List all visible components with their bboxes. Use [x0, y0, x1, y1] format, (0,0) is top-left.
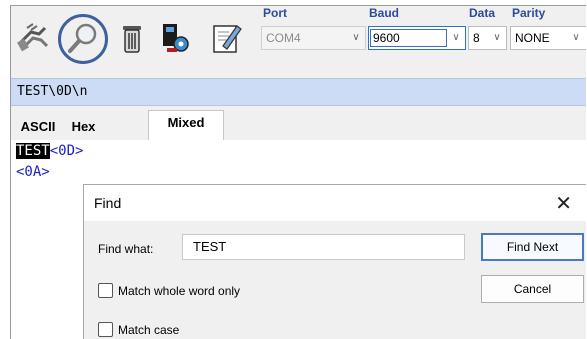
view-tabs: ASCII Hex Mixed [11, 110, 586, 140]
output-line: TEST<0D> [16, 143, 83, 159]
chevron-down-icon: ∨ [352, 32, 360, 43]
control-code: <0D> [49, 143, 84, 159]
toolbar: Port COM4 ∨ Baud 9600 ∨ Data 8 ∨ Parity … [11, 6, 586, 78]
cancel-button[interactable]: Cancel [481, 275, 584, 303]
edit-icon[interactable] [209, 20, 243, 56]
dialog-titlebar: Find ✕ [84, 185, 586, 221]
find-dialog: Find ✕ Find what: TEST Find Next Cancel … [83, 184, 586, 339]
tab-hex[interactable]: Hex [61, 114, 106, 140]
baud-value: 9600 [373, 31, 400, 45]
port-value: COM4 [266, 31, 301, 45]
control-code: <0A> [16, 164, 50, 180]
parity-select[interactable]: NONE ∨ [510, 26, 586, 50]
selected-text: TEST [16, 143, 50, 159]
port-label: Port [263, 6, 287, 20]
chevron-down-icon: ∨ [572, 32, 580, 43]
chevron-down-icon: ∨ [493, 32, 501, 43]
trash-icon[interactable] [115, 20, 149, 56]
find-highlight-ring [58, 14, 108, 64]
connect-icon[interactable] [17, 20, 51, 56]
match-case-label: Match case [118, 323, 180, 337]
find-what-label: Find what: [98, 242, 154, 256]
terminal-window: Port COM4 ∨ Baud 9600 ∨ Data 8 ∨ Parity … [10, 5, 586, 339]
data-label: Data [469, 6, 496, 20]
chevron-down-icon: ∨ [452, 32, 460, 43]
find-next-button[interactable]: Find Next [481, 233, 584, 261]
parity-value: NONE [515, 31, 550, 45]
dialog-title: Find [94, 195, 122, 211]
parity-label: Parity [512, 6, 546, 20]
baud-select[interactable]: 9600 ∨ [368, 26, 466, 50]
port-select[interactable]: COM4 ∨ [261, 26, 366, 50]
baud-label: Baud [369, 6, 399, 20]
command-line-input[interactable]: TEST\0D\n [11, 78, 586, 106]
output-line: <0A> [16, 164, 50, 180]
match-case-checkbox[interactable]: Match case [98, 322, 179, 337]
match-whole-word-label: Match whole word only [118, 284, 241, 298]
tab-mixed[interactable]: Mixed [148, 110, 224, 140]
data-value: 8 [473, 31, 480, 45]
match-whole-word-checkbox[interactable]: Match whole word only [98, 283, 240, 298]
find-what-input[interactable]: TEST [182, 234, 465, 260]
settings-icon[interactable] [159, 20, 193, 56]
checkbox-box [98, 283, 113, 298]
data-select[interactable]: 8 ∨ [468, 26, 507, 50]
tab-ascii[interactable]: ASCII [17, 114, 59, 140]
close-icon[interactable]: ✕ [555, 191, 572, 216]
checkbox-box [98, 322, 113, 337]
